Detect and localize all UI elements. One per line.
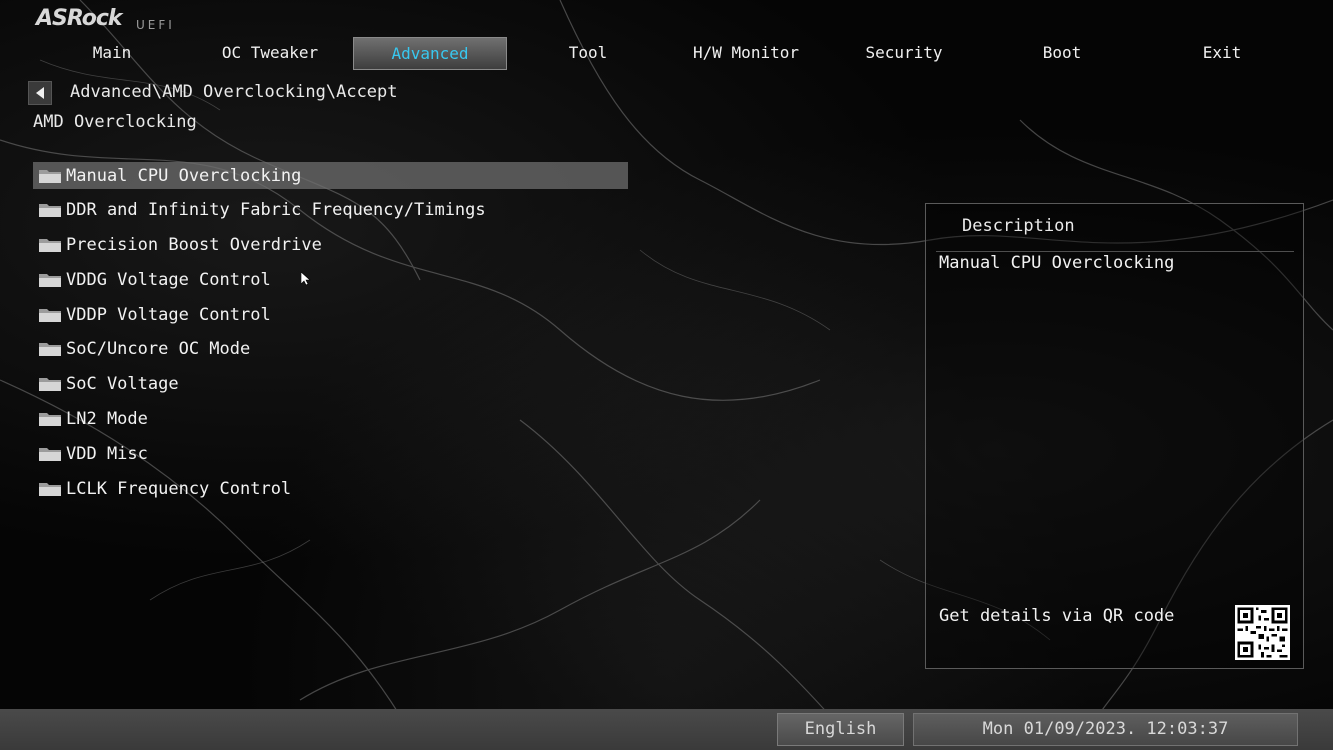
menu-item-label: Manual CPU Overclocking	[66, 165, 302, 186]
tab-advanced[interactable]: Advanced	[353, 37, 507, 70]
breadcrumb: Advanced\AMD Overclocking\Accept	[70, 82, 398, 102]
menu-item-label: Precision Boost Overdrive	[66, 235, 322, 256]
page-title: AMD Overclocking	[33, 112, 197, 132]
description-divider	[936, 251, 1294, 252]
tab-main[interactable]: Main	[33, 37, 191, 70]
menu-item-vddg-voltage-control[interactable]: VDDG Voltage Control	[33, 266, 628, 293]
status-bar: English Mon 01/09/2023. 12:03:37	[0, 709, 1333, 750]
qr-code[interactable]	[1235, 605, 1290, 660]
tab-oc-tweaker[interactable]: OC Tweaker	[191, 37, 349, 70]
folder-icon	[39, 273, 61, 287]
menu-item-label: LCLK Frequency Control	[66, 478, 292, 499]
menu-item-label: LN2 Mode	[66, 409, 148, 430]
menu-item-lclk-frequency-control[interactable]: LCLK Frequency Control	[33, 475, 628, 502]
description-text: Manual CPU Overclocking	[939, 253, 1175, 273]
menu-item-label: VDDG Voltage Control	[66, 269, 271, 290]
folder-icon	[39, 308, 61, 322]
folder-icon	[39, 378, 61, 392]
tab-boot[interactable]: Boot	[983, 37, 1141, 70]
menu-item-ddr-infinity-fabric[interactable]: DDR and Infinity Fabric Frequency/Timing…	[33, 197, 628, 224]
menu-item-label: DDR and Infinity Fabric Frequency/Timing…	[66, 200, 486, 221]
datetime-display: Mon 01/09/2023. 12:03:37	[913, 713, 1298, 746]
back-button[interactable]	[28, 81, 52, 105]
menu-item-label: SoC/Uncore OC Mode	[66, 339, 251, 360]
tab-exit[interactable]: Exit	[1143, 37, 1301, 70]
menu-item-soc-voltage[interactable]: SoC Voltage	[33, 371, 628, 398]
tab-tool[interactable]: Tool	[509, 37, 667, 70]
tab-security[interactable]: Security	[825, 37, 983, 70]
top-nav: Main OC Tweaker Advanced Tool H/W Monito…	[33, 37, 1303, 70]
description-panel: Description Manual CPU Overclocking Get …	[925, 203, 1304, 669]
menu-item-precision-boost-overdrive[interactable]: Precision Boost Overdrive	[33, 232, 628, 259]
menu-item-manual-cpu-overclocking[interactable]: Manual CPU Overclocking	[33, 162, 628, 189]
folder-icon	[39, 343, 61, 357]
menu-item-label: VDD Misc	[66, 443, 148, 464]
qr-code-label: Get details via QR code	[939, 606, 1175, 626]
folder-icon	[39, 169, 61, 183]
folder-icon	[39, 447, 61, 461]
back-arrow-icon	[36, 87, 44, 99]
menu-item-vddp-voltage-control[interactable]: VDDP Voltage Control	[33, 301, 628, 328]
qr-code-icon	[1235, 605, 1290, 660]
description-header: Description	[962, 216, 1075, 236]
settings-menu: Manual CPU Overclocking DDR and Infinity…	[33, 162, 628, 510]
folder-icon	[39, 239, 61, 253]
tab-hw-monitor[interactable]: H/W Monitor	[667, 37, 825, 70]
asrock-logo: ASRock	[36, 6, 123, 31]
mouse-pointer-icon	[301, 272, 311, 286]
menu-item-ln2-mode[interactable]: LN2 Mode	[33, 406, 628, 433]
menu-item-label: VDDP Voltage Control	[66, 304, 271, 325]
menu-item-vdd-misc[interactable]: VDD Misc	[33, 440, 628, 467]
menu-item-label: SoC Voltage	[66, 374, 179, 395]
folder-icon	[39, 204, 61, 218]
menu-item-soc-uncore-oc-mode[interactable]: SoC/Uncore OC Mode	[33, 336, 628, 363]
folder-icon	[39, 482, 61, 496]
folder-icon	[39, 413, 61, 427]
uefi-label: UEFI	[136, 18, 175, 32]
language-button[interactable]: English	[777, 713, 904, 746]
